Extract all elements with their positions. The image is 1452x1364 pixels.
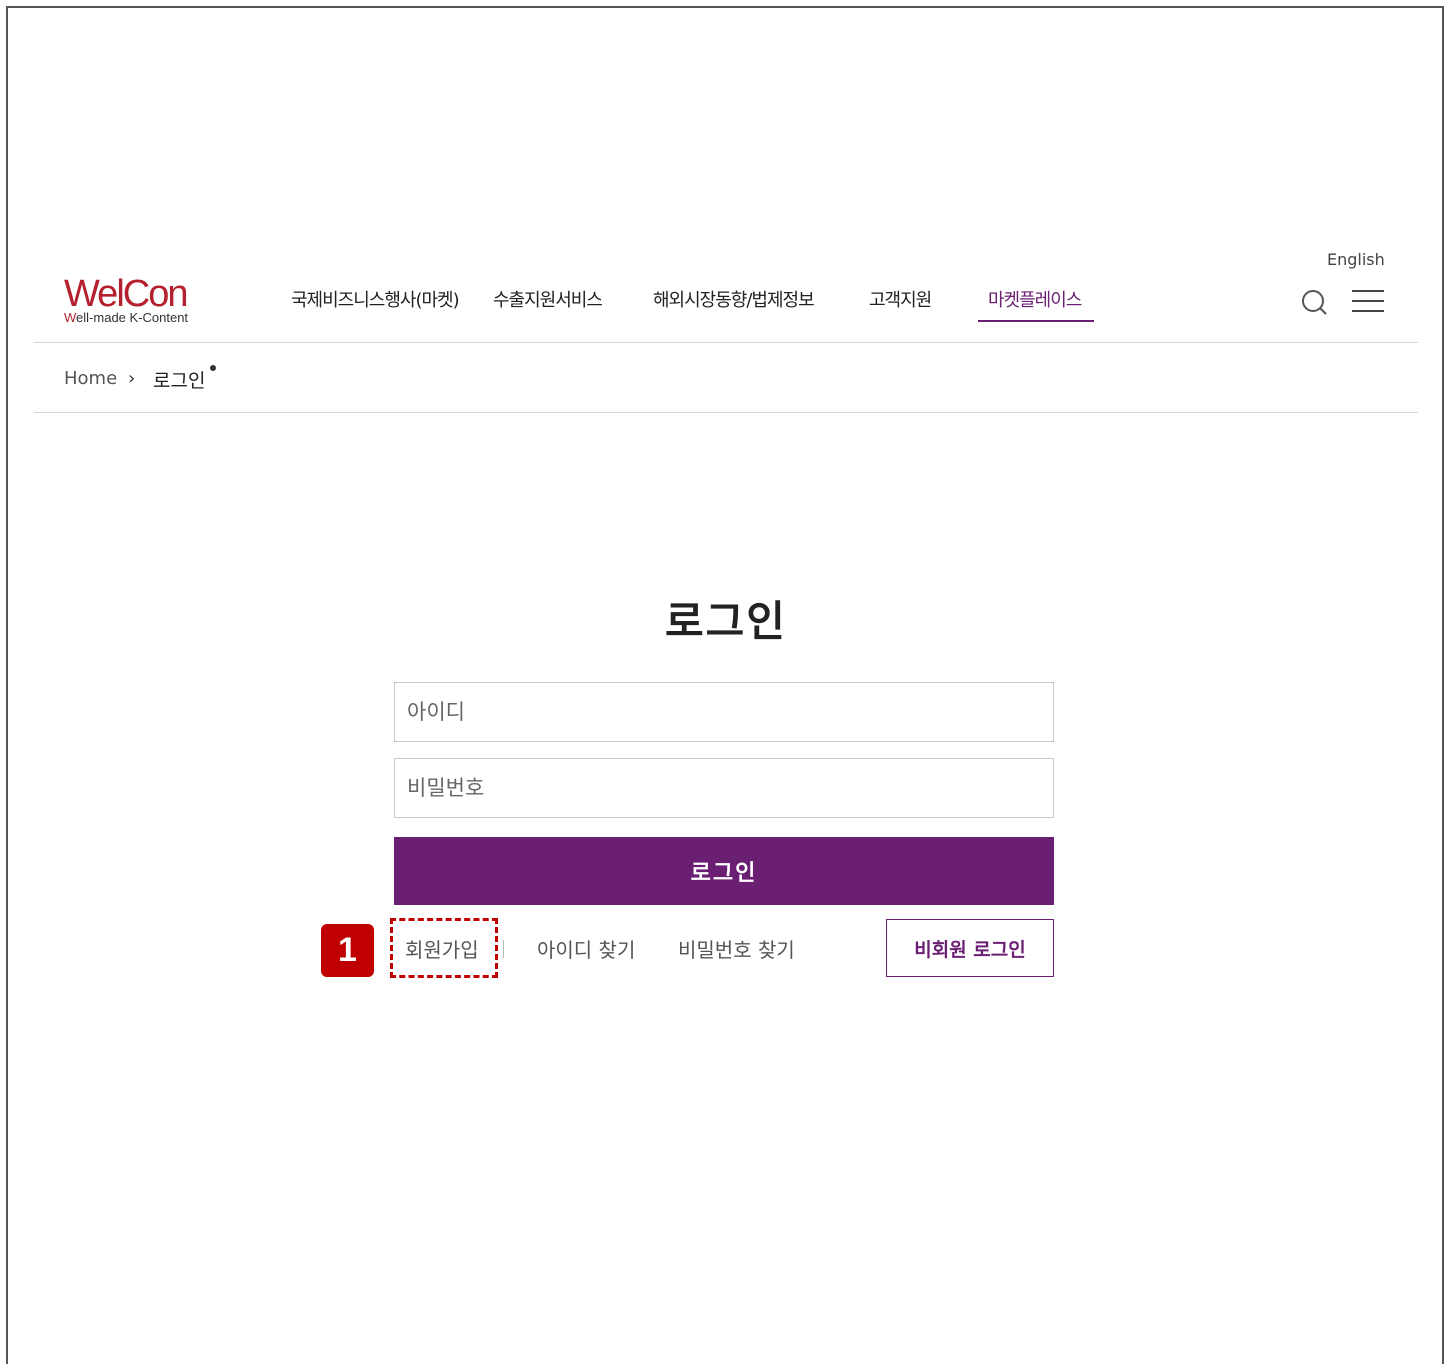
password-input[interactable]	[394, 758, 1054, 818]
search-icon[interactable]	[1300, 288, 1328, 316]
find-password-link[interactable]: 비밀번호 찾기	[678, 934, 795, 963]
nav-item-overseas-market-trends[interactable]: 해외시장동향/법제정보	[653, 286, 815, 312]
logo-tagline: Well-made K-Content	[64, 311, 188, 325]
nav-active-indicator	[978, 320, 1094, 322]
user-id-input[interactable]	[394, 682, 1054, 742]
breadcrumb-current: 로그인	[153, 370, 206, 392]
nav-item-marketplace[interactable]: 마켓플레이스	[988, 286, 1082, 312]
breadcrumb-divider	[34, 412, 1418, 413]
link-divider	[503, 940, 504, 958]
annotation-step-badge: 1	[321, 924, 374, 977]
nav-item-international-business-event[interactable]: 국제비즈니스행사(마켓)	[291, 286, 460, 312]
logo-tagline-rest: ell-made K-Content	[76, 310, 189, 325]
logo-wordmark: WelCon	[64, 273, 188, 315]
nav-item-export-support[interactable]: 수출지원서비스	[493, 286, 603, 312]
nav-item-customer-support[interactable]: 고객지원	[869, 286, 932, 312]
logo-tagline-initial: W	[64, 310, 77, 325]
find-id-link[interactable]: 아이디 찾기	[537, 934, 635, 963]
login-button[interactable]: 로그인	[394, 837, 1054, 905]
page-title: 로그인	[665, 597, 787, 646]
breadcrumb-chevron-icon: ›	[128, 368, 136, 389]
breadcrumb-dot-icon	[210, 365, 216, 371]
signup-link[interactable]: 회원가입	[405, 934, 479, 963]
welcon-logo[interactable]: WelCon Well-made K-Content	[64, 274, 188, 325]
language-link-english[interactable]: English	[1327, 250, 1385, 269]
guest-login-button[interactable]: 비회원 로그인	[886, 919, 1054, 977]
breadcrumb-home[interactable]: Home	[64, 368, 117, 389]
hamburger-menu-icon[interactable]	[1352, 289, 1384, 313]
header-divider	[34, 342, 1418, 343]
